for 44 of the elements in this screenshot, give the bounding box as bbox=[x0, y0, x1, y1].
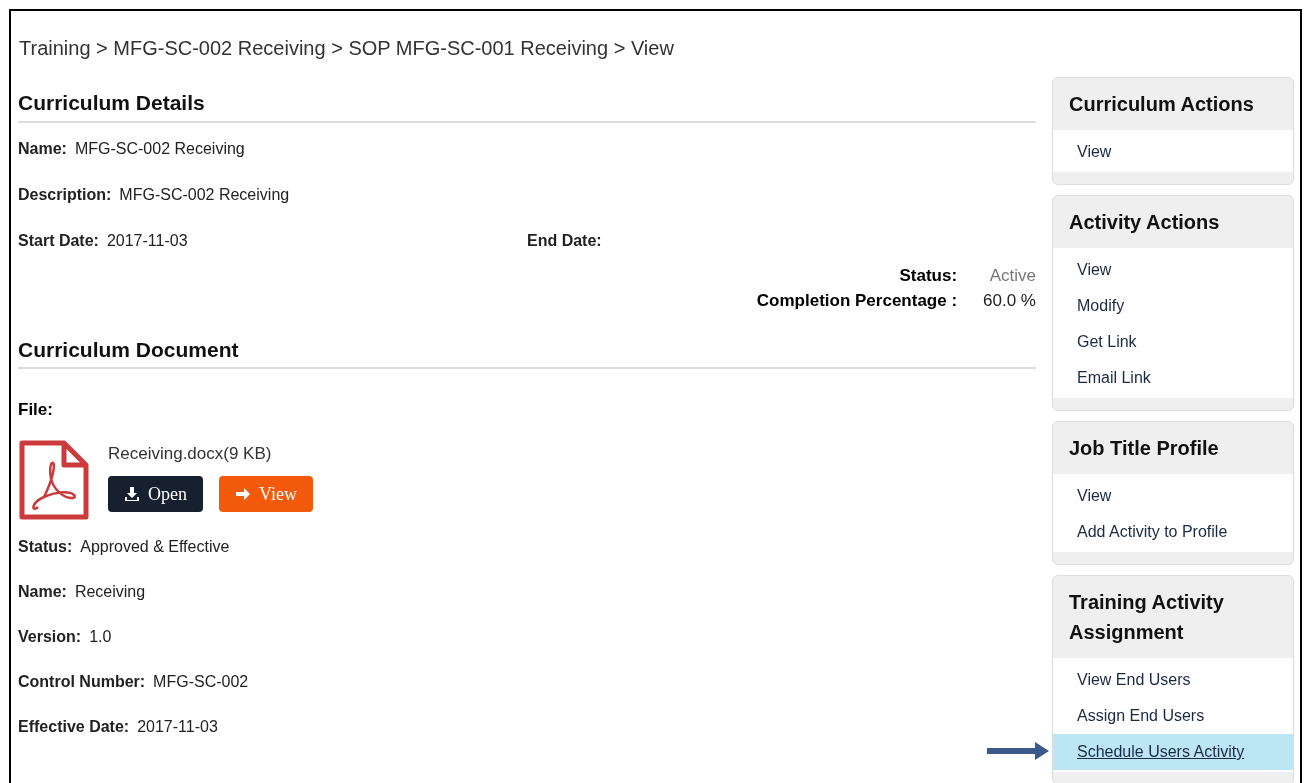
panel-link[interactable]: Add Activity to Profile bbox=[1053, 514, 1293, 550]
panel-title: Activity Actions bbox=[1068, 210, 1221, 235]
field-label: Status: bbox=[18, 536, 73, 557]
field-value: MFG-SC-002 bbox=[153, 671, 249, 692]
field-value: MFG-SC-002 Receiving bbox=[74, 138, 245, 159]
pointer-arrow-icon bbox=[987, 741, 1049, 761]
panel-title: Job Title Profile bbox=[1068, 436, 1220, 461]
status-value: Active bbox=[988, 264, 1036, 287]
field-label: Effective Date: bbox=[18, 716, 130, 737]
panel-title: Training Activity Assignment bbox=[1068, 590, 1225, 645]
field-label: Description: bbox=[18, 184, 112, 205]
field-label: Start Date: bbox=[18, 230, 99, 251]
panel-link[interactable]: Assign End Users bbox=[1053, 698, 1293, 734]
section-heading: Curriculum Document bbox=[18, 333, 1036, 369]
pdf-file-icon bbox=[18, 438, 90, 521]
field-value: MFG-SC-002 Receiving bbox=[119, 184, 290, 205]
section-heading: Curriculum Details bbox=[18, 87, 1036, 123]
field-label: Version: bbox=[18, 626, 82, 647]
download-icon bbox=[124, 486, 140, 502]
field-label: Name: bbox=[18, 581, 67, 602]
panel-link[interactable]: Modify bbox=[1053, 288, 1293, 324]
summary-label: Completion Percentage : bbox=[756, 290, 958, 312]
summary-value: 60.0 % bbox=[983, 290, 1036, 312]
summary-label: Status: bbox=[898, 264, 958, 287]
panel-title: Curriculum Actions bbox=[1068, 92, 1255, 117]
panel-link[interactable]: Schedule Users Activity bbox=[1053, 734, 1293, 770]
field-value: 2017-11-03 bbox=[137, 716, 218, 737]
arrow-right-icon bbox=[235, 486, 251, 502]
field-label: Control Number: bbox=[18, 671, 146, 692]
panel-link[interactable]: View bbox=[1053, 478, 1293, 514]
field-value: Approved & Effective bbox=[80, 536, 230, 557]
field-value: 2017-11-03 bbox=[106, 230, 188, 251]
panel-link[interactable]: Get Link bbox=[1053, 324, 1293, 360]
panel-link[interactable]: View bbox=[1053, 252, 1293, 288]
field-label: End Date: bbox=[527, 230, 602, 251]
field-value: 1.0 bbox=[89, 626, 112, 647]
file-name: Receiving.docx(9 KB) bbox=[108, 442, 273, 465]
field-label: File: bbox=[18, 399, 54, 421]
field-label: Name: bbox=[18, 138, 67, 159]
field-value: Receiving bbox=[74, 581, 146, 602]
open-button[interactable]: Open bbox=[108, 476, 203, 512]
breadcrumb: Training > MFG-SC-002 Receiving > SOP MFG-SC-001 Receiving > View bbox=[18, 36, 675, 61]
panel-link[interactable]: Email Link bbox=[1053, 360, 1293, 396]
panel-link[interactable]: View End Users bbox=[1053, 662, 1293, 698]
